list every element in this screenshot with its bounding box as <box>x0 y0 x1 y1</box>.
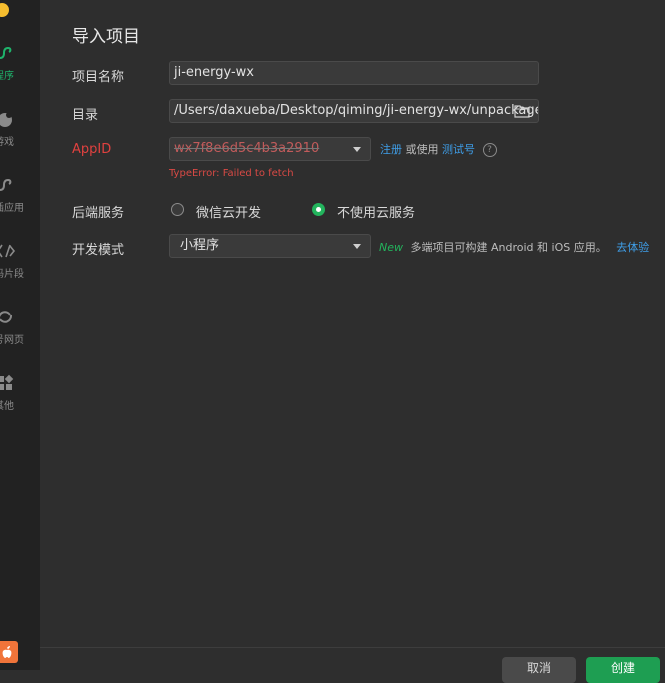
webpage-icon <box>0 311 13 323</box>
dev-mode-select[interactable]: 小程序 <box>169 234 371 258</box>
create-button[interactable]: 创建 <box>586 657 660 683</box>
dev-mode-value: 小程序 <box>180 238 220 253</box>
help-icon[interactable]: ? <box>482 143 497 157</box>
sidebar-item-plugin[interactable]: 插应用 <box>0 174 40 234</box>
grid-icon <box>0 374 14 390</box>
finder-logo[interactable] <box>0 641 18 663</box>
radio-wechat-cloud-label[interactable]: 微信云开发 <box>196 202 261 221</box>
or-use-text: 或使用 <box>405 143 439 156</box>
miniprogram-icon <box>0 46 12 59</box>
project-name-input[interactable]: ji-energy-wx <box>169 61 539 85</box>
cancel-button[interactable]: 取消 <box>502 657 576 683</box>
new-badge: New <box>379 241 403 254</box>
appid-value: wx7f8e6d5c4b3a2910 <box>174 141 320 156</box>
sidebar-item-label: 其他 <box>0 401 14 412</box>
register-link[interactable]: 注册 <box>380 143 402 156</box>
code-snippet-icon <box>0 244 16 258</box>
test-account-link[interactable]: 测试号 <box>442 143 475 156</box>
directory-label: 目录 <box>72 108 99 123</box>
sidebar-item-label: 程序 <box>0 71 14 82</box>
window-minimize-dot[interactable] <box>0 3 9 17</box>
apple-icon <box>2 646 12 658</box>
dev-mode-hint: New 多端项目可构建 Android 和 iOS 应用。 去体验 <box>379 239 649 255</box>
sidebar-item-game[interactable]: 游戏 <box>0 108 40 168</box>
sidebar-item-miniprogram[interactable]: 程序 <box>0 42 40 102</box>
dev-mode-label: 开发模式 <box>72 243 125 258</box>
radio-no-cloud[interactable] <box>312 203 325 216</box>
sidebar-item-code-snippet[interactable]: 码片段 <box>0 240 40 300</box>
import-project-panel: 导入项目 项目名称 ji-energy-wx 目录 /Users/daxueba… <box>40 0 665 683</box>
directory-value: /Users/daxueba/Desktop/qiming/ji-energy-… <box>174 103 539 118</box>
game-icon <box>0 112 12 127</box>
sidebar-item-webpage[interactable]: 号网页 <box>0 306 40 366</box>
footer-divider <box>40 647 665 648</box>
radio-no-cloud-label[interactable]: 不使用云服务 <box>337 202 415 221</box>
chevron-down-icon <box>353 147 361 152</box>
plugin-icon <box>0 178 12 191</box>
appid-error-message: TypeError: Failed to fetch <box>169 168 294 179</box>
sidebar-item-label: 号网页 <box>0 335 24 346</box>
page-title: 导入项目 <box>72 27 140 47</box>
sidebar-item-label: 游戏 <box>0 137 14 148</box>
sidebar-item-label: 码片段 <box>0 269 24 280</box>
sidebar-item-other[interactable]: 其他 <box>0 372 40 432</box>
folder-icon[interactable] <box>514 104 530 118</box>
multi-platform-hint: 多端项目可构建 Android 和 iOS 应用。 <box>410 241 607 254</box>
sidebar: 程序 游戏 插应用 码片段 号网页 其他 <box>0 0 40 670</box>
try-it-link[interactable]: 去体验 <box>616 241 649 254</box>
project-name-value: ji-energy-wx <box>174 65 254 80</box>
appid-select[interactable]: wx7f8e6d5c4b3a2910 <box>169 137 371 161</box>
directory-input[interactable]: /Users/daxueba/Desktop/qiming/ji-energy-… <box>169 99 539 123</box>
radio-wechat-cloud[interactable] <box>171 203 184 216</box>
project-name-label: 项目名称 <box>72 70 125 85</box>
sidebar-item-label: 插应用 <box>0 203 24 214</box>
chevron-down-icon <box>353 244 361 249</box>
appid-label: AppID <box>72 142 112 157</box>
appid-actions: 注册 或使用 测试号 ? <box>380 141 497 157</box>
backend-label: 后端服务 <box>72 206 125 221</box>
